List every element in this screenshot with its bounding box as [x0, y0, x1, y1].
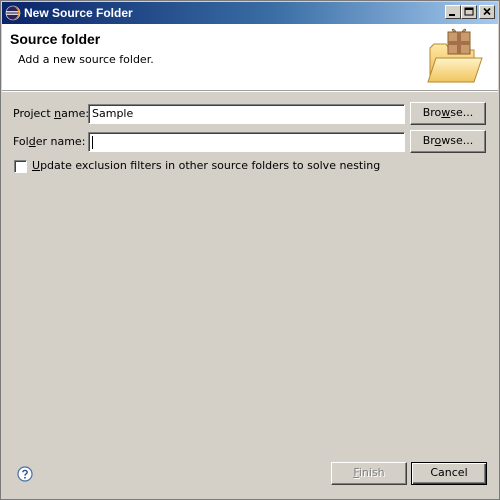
browse-folder-button[interactable]: Browse...: [410, 130, 486, 153]
project-name-label: Project name:: [13, 107, 90, 120]
browse-project-button[interactable]: Browse...: [410, 102, 486, 125]
title-bar[interactable]: New Source Folder: [2, 2, 498, 24]
folder-name-label: Folder name:: [13, 135, 86, 148]
eclipse-icon: [5, 5, 21, 21]
page-title: Source folder: [10, 31, 101, 47]
new-source-folder-dialog: New Source Folder Source folder Add a ne…: [0, 0, 500, 500]
wizard-banner: Source folder Add a new source folder.: [2, 24, 498, 91]
folder-name-input[interactable]: [88, 132, 405, 152]
window-title: New Source Folder: [24, 6, 133, 20]
maximize-icon: [464, 7, 474, 16]
update-exclusion-filters-checkbox[interactable]: [14, 160, 27, 173]
close-icon: [483, 7, 491, 16]
close-button[interactable]: [479, 5, 495, 19]
minimize-button[interactable]: [445, 5, 461, 19]
update-exclusion-filters-label[interactable]: Update exclusion filters in other source…: [32, 159, 380, 172]
finish-button[interactable]: Finish: [331, 462, 407, 485]
cancel-button[interactable]: Cancel: [411, 462, 487, 485]
banner-separator: [2, 91, 498, 92]
text-caret: [92, 135, 93, 149]
page-description: Add a new source folder.: [18, 53, 154, 66]
help-icon[interactable]: [17, 466, 33, 482]
maximize-button[interactable]: [461, 5, 477, 19]
folder-package-icon: [427, 28, 483, 83]
minimize-icon: [449, 14, 455, 16]
project-name-input[interactable]: Sample: [88, 104, 405, 124]
project-name-value: Sample: [92, 107, 134, 120]
